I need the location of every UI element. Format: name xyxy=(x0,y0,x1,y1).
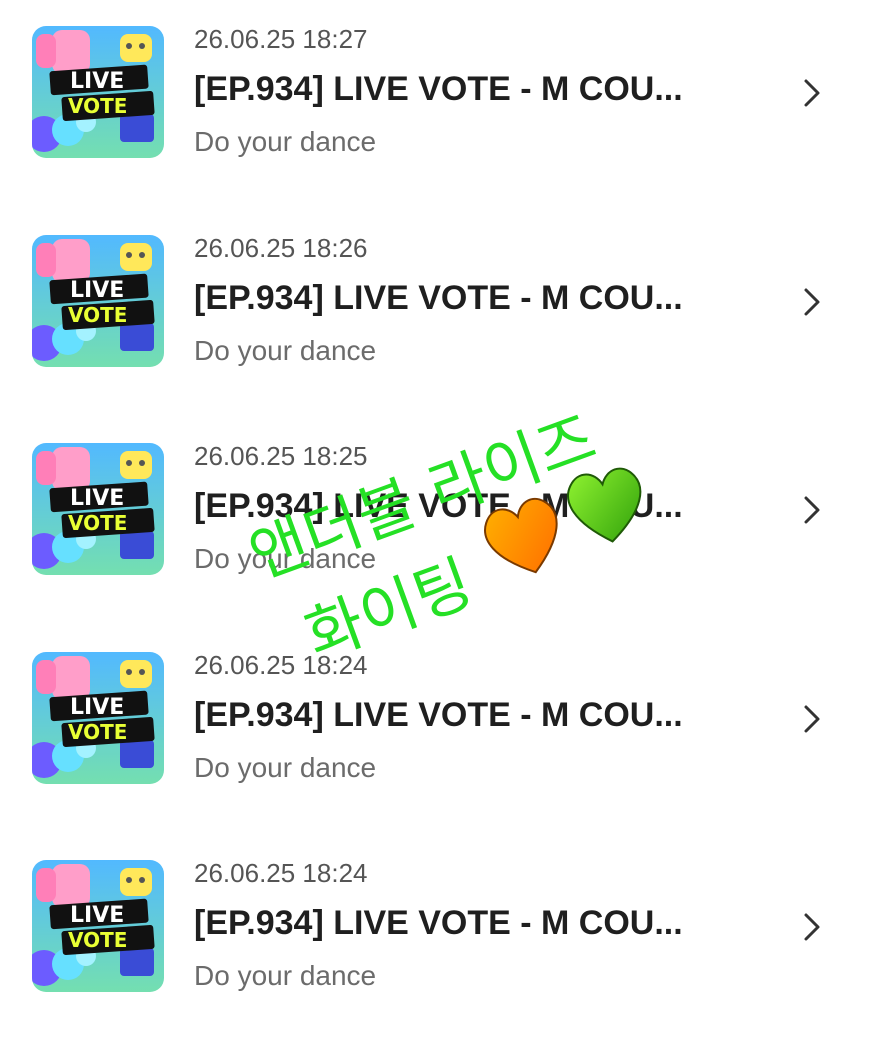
notification-time: 26.06.25 18:25 xyxy=(194,441,368,471)
thumbnail-vote-label: VOTE xyxy=(68,303,128,327)
thumbnail-live-label: LIVE xyxy=(70,69,125,94)
thumbnail-vote-label: VOTE xyxy=(68,511,128,535)
notification-title: [EP.934] LIVE VOTE - M COU... xyxy=(194,279,683,317)
thumbnail-live-label: LIVE xyxy=(70,486,125,511)
notification-time: 26.06.25 18:26 xyxy=(194,233,368,263)
notification-item[interactable]: LIVE VOTE 26.06.25 18:24 [EP.934] LIVE V… xyxy=(0,834,880,1014)
notification-title: [EP.934] LIVE VOTE - M COU... xyxy=(194,70,683,108)
live-vote-thumbnail: LIVE VOTE xyxy=(32,860,164,992)
thumbnail-live-label: LIVE xyxy=(70,695,125,720)
notification-title: [EP.934] LIVE VOTE - M COU... xyxy=(194,487,683,525)
live-vote-thumbnail: LIVE VOTE xyxy=(32,235,164,367)
thumbnail-vote-label: VOTE xyxy=(68,928,128,952)
notification-item[interactable]: LIVE VOTE 26.06.25 18:25 [EP.934] LIVE V… xyxy=(0,417,880,597)
notification-title: [EP.934] LIVE VOTE - M COU... xyxy=(194,904,683,942)
notification-subtitle: Do your dance xyxy=(194,752,377,783)
thumbnail-vote-label: VOTE xyxy=(68,94,128,118)
chevron-right-icon[interactable] xyxy=(798,285,826,319)
chevron-right-icon[interactable] xyxy=(798,910,826,944)
chevron-right-icon[interactable] xyxy=(798,702,826,736)
notification-time: 26.06.25 18:24 xyxy=(194,650,368,680)
notification-subtitle: Do your dance xyxy=(194,126,377,157)
notification-time: 26.06.25 18:24 xyxy=(194,858,368,888)
chevron-right-icon[interactable] xyxy=(798,493,826,527)
notification-item[interactable]: LIVE VOTE 26.06.25 18:27 [EP.934] LIVE V… xyxy=(0,0,880,180)
notification-time: 26.06.25 18:27 xyxy=(194,24,368,54)
thumbnail-live-label: LIVE xyxy=(70,903,125,928)
live-vote-thumbnail: LIVE VOTE xyxy=(32,443,164,575)
thumbnail-live-label: LIVE xyxy=(70,278,125,303)
live-vote-thumbnail: LIVE VOTE xyxy=(32,26,164,158)
notification-item[interactable]: LIVE VOTE 26.06.25 18:26 [EP.934] LIVE V… xyxy=(0,209,880,389)
notification-item[interactable]: LIVE VOTE 26.06.25 18:24 [EP.934] LIVE V… xyxy=(0,626,880,806)
notification-title: [EP.934] LIVE VOTE - M COU... xyxy=(194,696,683,734)
thumbnail-vote-label: VOTE xyxy=(68,720,128,744)
notification-subtitle: Do your dance xyxy=(194,543,377,574)
live-vote-thumbnail: LIVE VOTE xyxy=(32,652,164,784)
notification-subtitle: Do your dance xyxy=(194,335,377,366)
chevron-right-icon[interactable] xyxy=(798,76,826,110)
notification-subtitle: Do your dance xyxy=(194,960,377,991)
